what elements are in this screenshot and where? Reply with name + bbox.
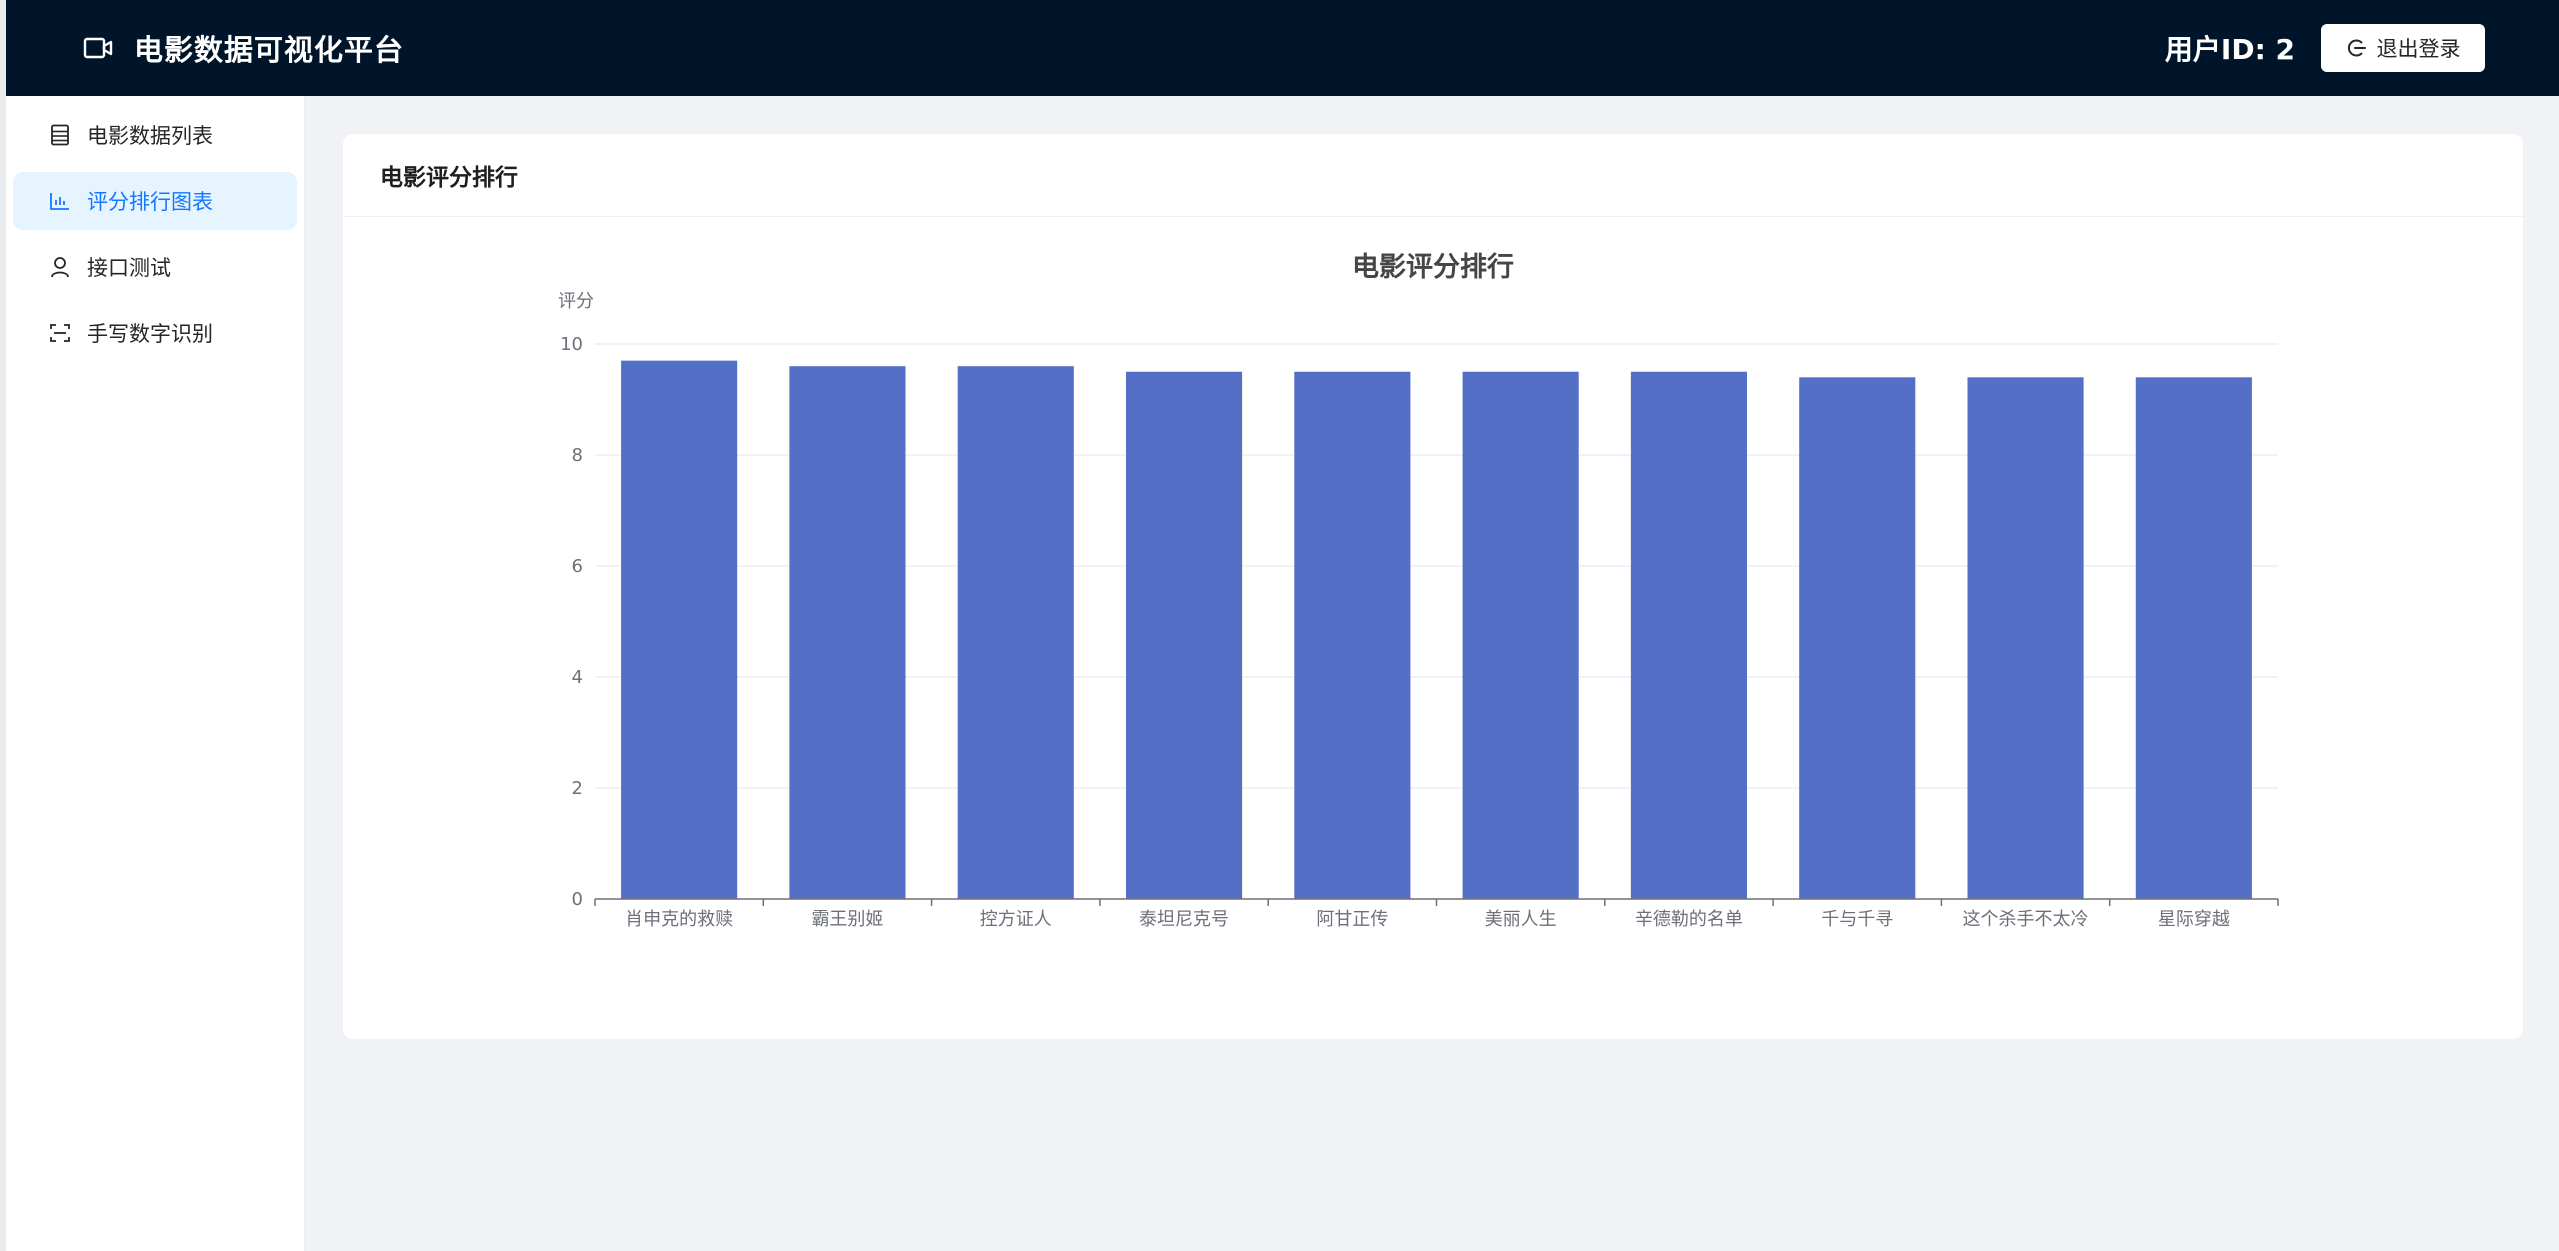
y-tick-label: 4	[572, 667, 583, 688]
y-axis-label: 评分	[558, 291, 594, 312]
x-tick-label: 辛德勒的名单	[1635, 909, 1743, 930]
bar[interactable]	[1294, 371, 1411, 899]
header-right: 用户ID: 2 退出登录	[2165, 0, 2485, 96]
user-id-label: 用户ID: 2	[2164, 33, 2295, 66]
card-title: 电影评分排行	[343, 134, 2523, 217]
sidebar: 电影数据列表 评分排行图表 接口测试 手写数字识别	[6, 96, 306, 1251]
bar[interactable]	[2135, 377, 2252, 899]
y-tick-label: 10	[560, 334, 583, 355]
bar-chart-icon	[49, 190, 71, 212]
y-tick-label: 6	[572, 556, 583, 577]
x-tick-label: 这个杀手不太冷	[1963, 909, 2089, 930]
y-tick-label: 2	[572, 778, 583, 799]
app-title: 电影数据可视化平台	[134, 33, 405, 67]
sidebar-item-label: 评分排行图表	[87, 190, 213, 214]
sidebar-item-rating-chart[interactable]: 评分排行图表	[13, 172, 297, 230]
scan-icon	[49, 322, 71, 344]
sidebar-item-label: 接口测试	[87, 256, 171, 280]
bar[interactable]	[1799, 377, 1916, 899]
chart-container: 电影评分排行 评分 0 2 4 6 8 10 肖申克的救赎 霸王别姬 控方证人 泰坦尼克号 阿甘正传…	[343, 217, 2523, 1027]
bar[interactable]	[957, 366, 1074, 899]
x-tick-label: 阿甘正传	[1316, 909, 1388, 930]
bar[interactable]	[1125, 371, 1243, 899]
bar[interactable]	[1967, 377, 2084, 899]
bar[interactable]	[1462, 371, 1579, 899]
brand: 电影数据可视化平台	[80, 27, 404, 69]
x-tick-label: 美丽人生	[1485, 909, 1557, 930]
x-tick-label: 霸王别姬	[811, 909, 883, 930]
user-icon	[49, 256, 71, 278]
app-root: 电影数据可视化平台 用户ID: 2 退出登录 电影数据列表 评分排行图表 接口测…	[0, 0, 2559, 1251]
sidebar-item-movie-list[interactable]: 电影数据列表	[13, 106, 297, 164]
sidebar-item-digit-recognition[interactable]: 手写数字识别	[13, 304, 297, 362]
chart-title: 电影评分排行	[1352, 251, 1514, 283]
rating-bar-chart: 电影评分排行 评分 0 2 4 6 8 10 肖申克的救赎 霸王别姬 控方证人 泰坦尼克号 阿甘正传…	[558, 251, 2279, 930]
x-tick-label: 星际穿越	[2158, 909, 2230, 930]
logout-button[interactable]: 退出登录	[2321, 24, 2485, 72]
y-tick-label: 0	[572, 889, 583, 910]
x-tick-label: 肖申克的救赎	[625, 909, 733, 930]
x-tick-label: 控方证人	[980, 909, 1052, 930]
x-tick-label: 泰坦尼克号	[1139, 909, 1229, 930]
table-icon	[49, 124, 71, 146]
video-camera-icon	[80, 30, 116, 66]
bar[interactable]	[1630, 371, 1748, 899]
x-tick-label: 千与千寻	[1821, 909, 1893, 930]
y-tick-label: 8	[572, 445, 583, 466]
chart-card: 电影评分排行 电影评分排行 评分 0 2 4 6 8 10 肖申克的救赎 霸王别姬 控方证人 泰坦…	[343, 134, 2523, 1039]
sidebar-item-label: 手写数字识别	[87, 322, 213, 346]
logout-icon	[2346, 37, 2368, 59]
bar[interactable]	[789, 366, 906, 899]
sidebar-item-api-test[interactable]: 接口测试	[13, 238, 297, 296]
sidebar-item-label: 电影数据列表	[87, 124, 213, 148]
logout-label: 退出登录	[2376, 37, 2461, 61]
bar[interactable]	[621, 360, 738, 899]
top-header: 电影数据可视化平台 用户ID: 2 退出登录	[6, 0, 2559, 96]
